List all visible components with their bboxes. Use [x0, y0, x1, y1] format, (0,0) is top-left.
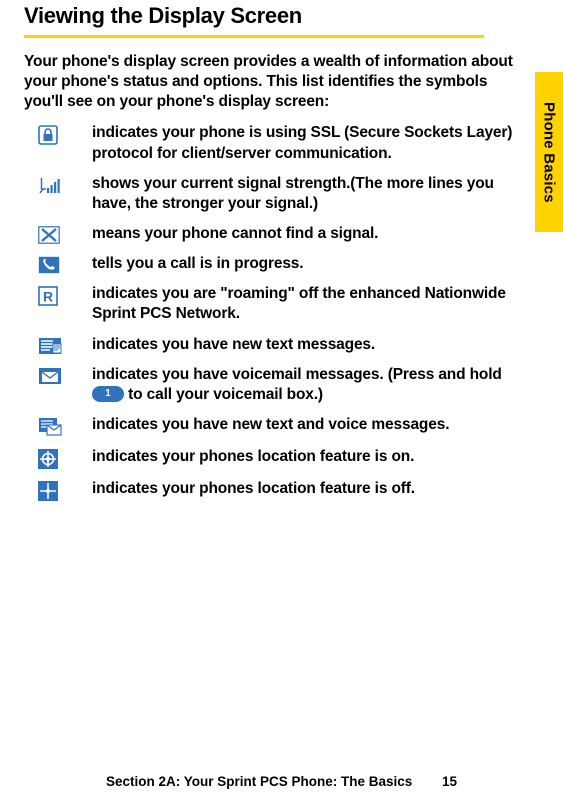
voicemail-icon — [38, 365, 92, 385]
page-title: Viewing the Display Screen — [24, 3, 533, 29]
item-text: indicates you have new text messages. — [92, 335, 533, 355]
item-text: indicates your phones location feature i… — [92, 479, 533, 499]
item-text: means your phone cannot find a signal. — [92, 224, 533, 244]
item-text: tells you a call is in progress. — [92, 254, 533, 274]
item-text-before: indicates you have voicemail messages. (… — [92, 366, 502, 383]
item-text: indicates you have new text and voice me… — [92, 415, 533, 435]
svg-text:R: R — [43, 289, 53, 305]
signal-strength-icon — [38, 174, 92, 196]
symbols-list: indicates your phone is using SSL (Secur… — [24, 123, 533, 501]
footer-page-number: 15 — [442, 774, 457, 789]
location-off-icon — [38, 479, 92, 501]
item-text: indicates you have voicemail messages. (… — [92, 365, 533, 405]
list-item: R indicates you are "roaming" off the en… — [38, 284, 533, 324]
new-text-message-icon — [38, 335, 92, 355]
list-item: indicates your phone is using SSL (Secur… — [38, 123, 533, 163]
item-text-after: to call your voicemail box.) — [128, 386, 323, 403]
ssl-lock-icon — [38, 123, 92, 145]
no-signal-icon — [38, 224, 92, 244]
list-item: indicates you have voicemail messages. (… — [38, 365, 533, 405]
footer-section: Section 2A: Your Sprint PCS Phone: The B… — [106, 774, 412, 789]
text-and-voice-icon — [38, 415, 92, 437]
item-text: indicates your phones location feature i… — [92, 447, 533, 467]
list-item: indicates you have new text and voice me… — [38, 415, 533, 437]
list-item: indicates your phones location feature i… — [38, 447, 533, 469]
item-text: indicates your phone is using SSL (Secur… — [92, 123, 533, 163]
call-in-progress-icon — [38, 254, 92, 274]
intro-paragraph: Your phone's display screen provides a w… — [24, 52, 533, 111]
side-tab: Phone Basics — [535, 72, 563, 232]
list-item: indicates you have new text messages. — [38, 335, 533, 355]
list-item: indicates your phones location feature i… — [38, 479, 533, 501]
manual-page: Viewing the Display Screen Your phone's … — [0, 0, 563, 811]
location-on-icon — [38, 447, 92, 469]
item-text: indicates you are "roaming" off the enha… — [92, 284, 533, 324]
item-text: shows your current signal strength.(The … — [92, 174, 533, 214]
list-item: means your phone cannot find a signal. — [38, 224, 533, 244]
page-footer: Section 2A: Your Sprint PCS Phone: The B… — [0, 774, 563, 789]
list-item: shows your current signal strength.(The … — [38, 174, 533, 214]
roaming-icon: R — [38, 284, 92, 306]
list-item: tells you a call is in progress. — [38, 254, 533, 274]
side-tab-label: Phone Basics — [541, 102, 558, 203]
title-rule — [24, 35, 484, 38]
key-1-icon: 1 — [92, 386, 124, 402]
